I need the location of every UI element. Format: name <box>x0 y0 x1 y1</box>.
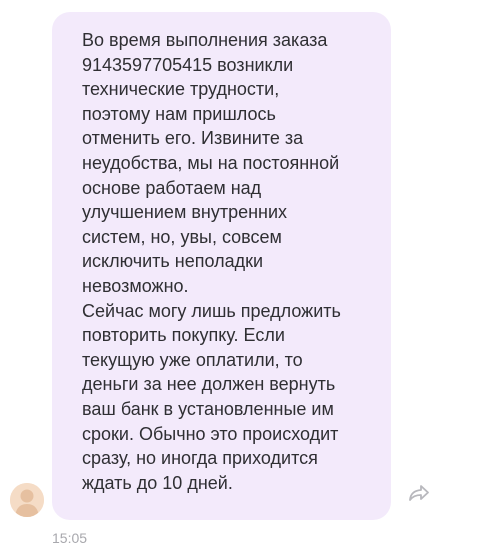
message-timestamp: 15:05 <box>52 530 88 546</box>
forward-arrow-icon[interactable] <box>408 484 430 502</box>
message-line: неудобства, мы на постоянной <box>82 152 340 173</box>
message-line: ждать до 10 дней. <box>82 472 233 493</box>
message-line: технические трудности, <box>82 79 280 100</box>
message-line: сразу, но иногда приходится <box>82 448 318 469</box>
message-line: исключить неполадки <box>82 251 264 272</box>
message-line: отменить его. Извините за <box>82 128 304 149</box>
message-line: 9143597705415 возникли <box>82 54 294 75</box>
message-line: невозможно. <box>82 275 189 296</box>
message-line: улучшением внутренних <box>82 202 288 223</box>
message-line: поэтому нам пришлось <box>82 103 276 124</box>
message-line: деньги за нее должен вернуть <box>82 374 336 395</box>
chat-view: Во время выполнения заказа 9143597705415… <box>0 0 483 552</box>
message-text: Во время выполнения заказа 9143597705415… <box>82 28 382 495</box>
message-line: систем, но, увы, совсем <box>82 226 282 247</box>
message-line: повторить покупку. Если <box>82 325 285 346</box>
user-avatar-icon[interactable] <box>10 483 44 517</box>
message-line: Сейчас могу лишь предложить <box>82 300 341 321</box>
message-line: текущую уже оплатили, то <box>82 349 303 370</box>
message-line: основе работаем над <box>82 177 262 198</box>
message-line: сроки. Обычно это происходит <box>82 423 339 444</box>
message-line: ваш банк в установленные им <box>82 398 334 419</box>
message-line: Во время выполнения заказа <box>82 30 328 50</box>
